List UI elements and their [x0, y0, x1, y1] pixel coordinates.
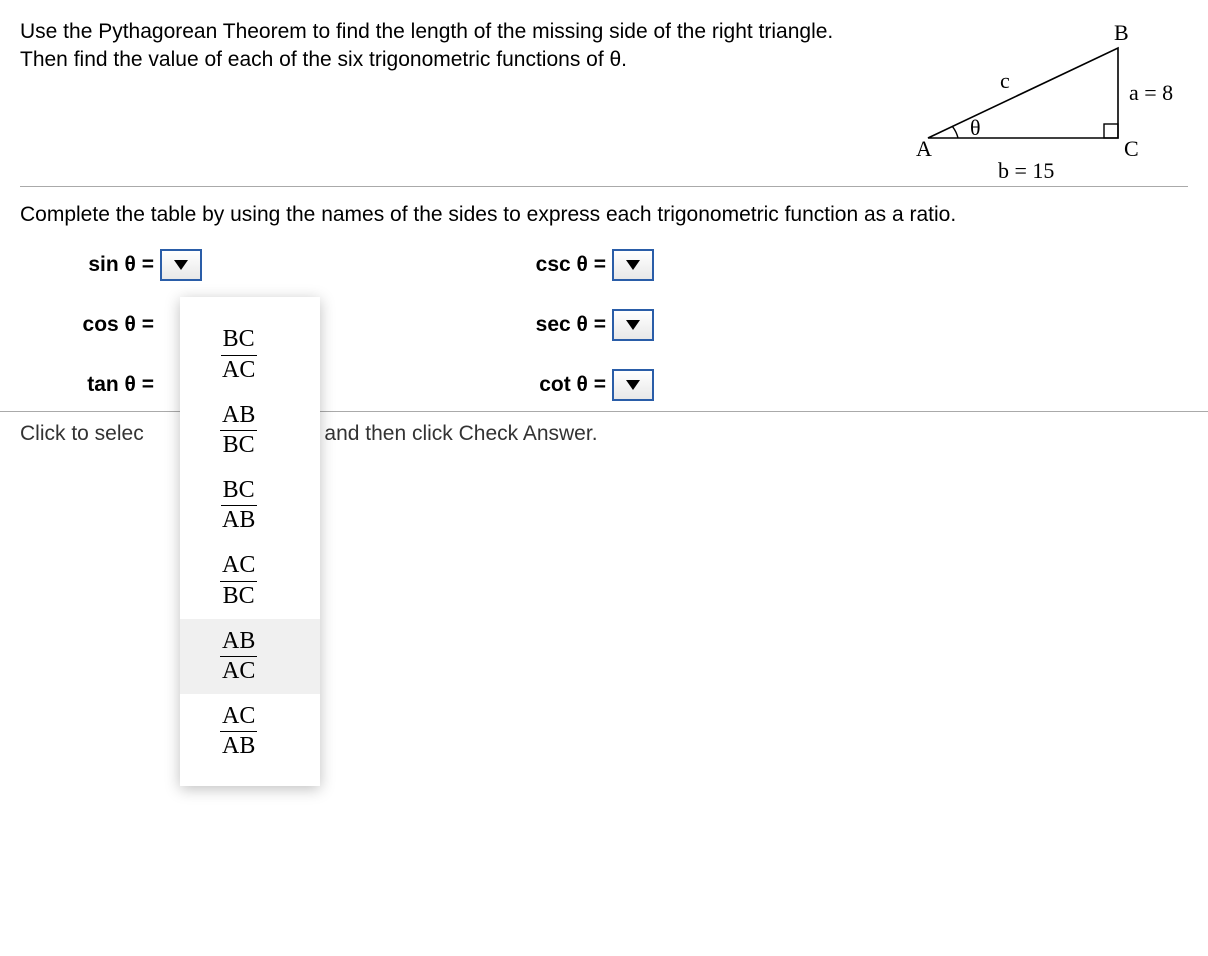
side-c-label: c [1000, 68, 1010, 94]
dropdown-option[interactable]: ACBC [180, 543, 320, 618]
dropdown-option[interactable]: BCAC [180, 317, 320, 392]
vertex-a-label: A [916, 136, 932, 162]
sec-dropdown[interactable] [612, 309, 654, 341]
theta-label: θ [970, 115, 981, 141]
chevron-down-icon [626, 380, 640, 390]
chevron-down-icon [626, 320, 640, 330]
dropdown-option[interactable]: ABAC [180, 619, 320, 694]
instruction-text: Complete the table by using the names of… [20, 201, 1188, 229]
footer-suffix: er(s) and then click Check Answer. [275, 422, 597, 445]
sin-label: sin θ = [70, 253, 160, 277]
footer-prefix: Click to selec [20, 422, 144, 445]
sin-dropdown[interactable] [160, 249, 202, 281]
divider [20, 186, 1188, 187]
cot-dropdown[interactable] [612, 369, 654, 401]
dropdown-option[interactable]: ABBC [180, 393, 320, 468]
side-b-label: b = 15 [998, 158, 1054, 184]
problem-text: Use the Pythagorean Theorem to find the … [20, 18, 868, 75]
sin-dropdown-list[interactable]: BCACABBCBCABACBCABACACAB [180, 297, 320, 785]
dropdown-option[interactable]: ACAB [180, 694, 320, 769]
tan-label: tan θ = [70, 373, 160, 397]
chevron-down-icon [174, 260, 188, 270]
sec-label: sec θ = [522, 313, 612, 337]
vertex-c-label: C [1124, 136, 1139, 162]
side-a-label: a = 8 [1129, 80, 1173, 106]
csc-dropdown[interactable] [612, 249, 654, 281]
csc-label: csc θ = [522, 253, 612, 277]
vertex-b-label: B [1114, 20, 1129, 46]
cot-label: cot θ = [522, 373, 612, 397]
triangle-diagram: A C B c a = 8 b = 15 θ [888, 18, 1188, 178]
dropdown-option[interactable]: BCAB [180, 468, 320, 543]
cos-label: cos θ = [70, 313, 160, 337]
chevron-down-icon [626, 260, 640, 270]
